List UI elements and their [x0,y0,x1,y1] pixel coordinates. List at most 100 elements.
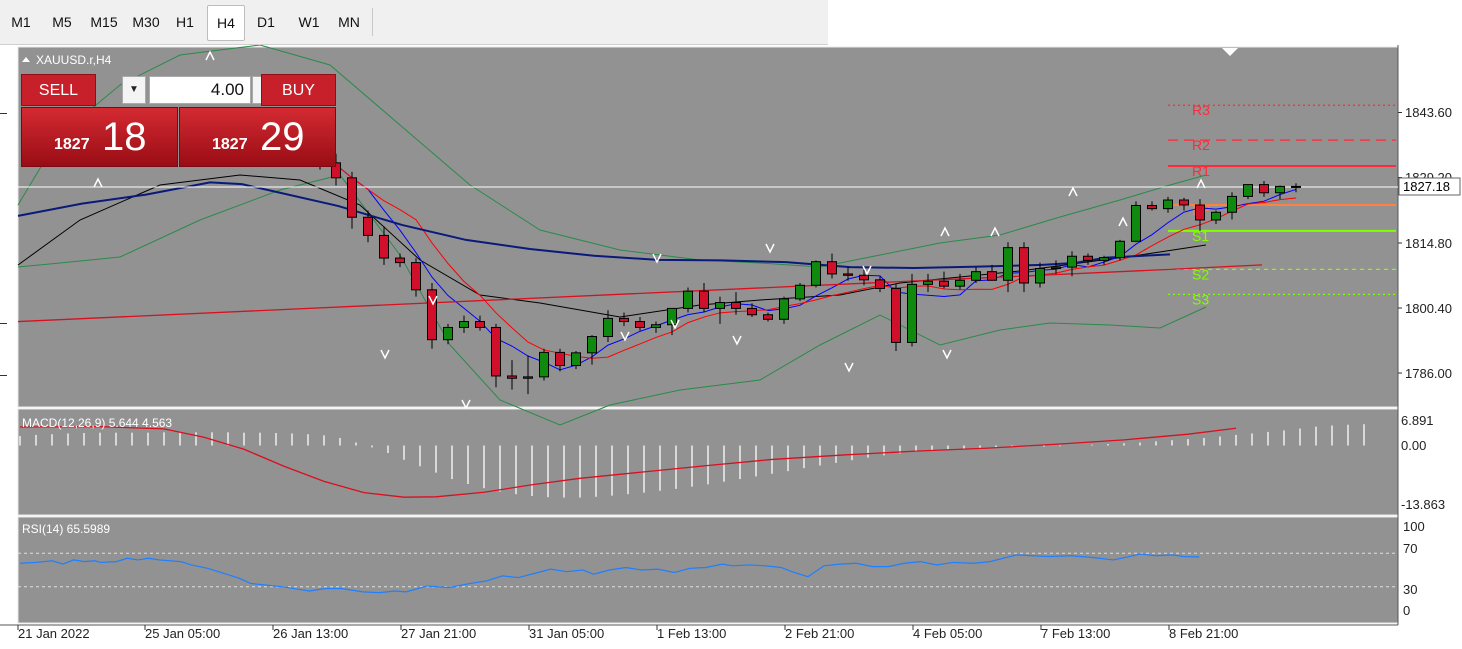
candle[interactable] [491,326,501,377]
candle[interactable] [939,280,949,287]
candle[interactable] [571,352,581,367]
timeframe-d1[interactable]: D1 [248,5,284,39]
macd-tick-zero: 0.00 [1401,438,1426,453]
candle[interactable] [1179,199,1189,206]
candle[interactable] [1259,184,1269,194]
candle[interactable] [1115,240,1125,259]
symbol-header: XAUUSD.r,H4 [22,53,112,67]
candle[interactable] [411,262,421,291]
candle[interactable] [779,298,789,320]
timeframe-mn[interactable]: MN [332,5,366,39]
candle[interactable] [379,234,389,259]
candle[interactable] [1163,199,1173,210]
lot-decrease-button[interactable]: ▼ [122,76,146,104]
candle[interactable] [747,307,757,316]
candle[interactable] [699,290,709,309]
pivot-label-s3: S3 [1192,291,1209,307]
candle[interactable] [1131,204,1141,242]
candle[interactable] [955,279,965,287]
candle[interactable] [827,261,837,275]
candle[interactable] [859,274,869,281]
candle[interactable] [459,321,469,328]
candle[interactable] [683,290,693,309]
sell-button[interactable]: SELL [21,74,96,106]
candle[interactable] [1243,184,1253,197]
timeframe-h4[interactable]: H4 [207,5,245,41]
price-tick-1: 1843.60 [1405,105,1452,120]
rsi-tick-100: 100 [1403,519,1425,534]
candle[interactable] [1067,255,1077,268]
candle[interactable] [987,271,997,281]
price-tick-5: 1786.00 [1405,366,1452,381]
timeframe-m30[interactable]: M30 [126,5,166,39]
candle[interactable] [635,321,645,328]
candle[interactable] [795,284,805,300]
time-tick-5: 31 Jan 05:00 [529,626,604,641]
candle[interactable] [507,375,517,379]
candle[interactable] [363,216,373,236]
sell-price-box[interactable]: 1827 18 [21,107,178,167]
lot-size-input[interactable]: 4.00 [149,76,251,104]
candle[interactable] [715,302,725,309]
time-tick-9: 7 Feb 13:00 [1041,626,1110,641]
one-click-trading-panel: SELL ▼ 4.00 ▲ BUY 1827 18 1827 29 [21,74,336,167]
candle[interactable] [587,336,597,354]
timeframe-m5[interactable]: M5 [44,5,80,39]
rsi-label: RSI(14) 65.5989 [22,522,110,536]
timeframe-m15[interactable]: M15 [84,5,124,39]
candle[interactable] [907,283,917,343]
left-scale-mark [0,375,7,376]
candle[interactable] [811,261,821,286]
left-scale-mark [0,323,7,324]
candle[interactable] [1019,247,1029,284]
candle[interactable] [539,351,549,378]
time-tick-3: 26 Jan 13:00 [273,626,348,641]
candle[interactable] [923,280,933,285]
timeframe-m1[interactable]: M1 [4,5,38,39]
candle[interactable] [619,317,629,323]
candle[interactable] [875,279,885,289]
candle[interactable] [1275,185,1285,194]
candle[interactable] [1227,195,1237,213]
candle[interactable] [971,271,981,281]
timeframe-toolbar: M1 M5 M15 M30 H1 H4 D1 W1 MN [0,0,828,45]
rsi-pane[interactable] [17,516,1399,624]
candle[interactable] [1099,257,1109,261]
candle[interactable] [555,351,565,367]
candle[interactable] [603,317,613,338]
candle[interactable] [523,376,533,379]
macd-tick-min: -13.863 [1401,497,1445,512]
candle[interactable] [1051,266,1061,269]
buy-price-box[interactable]: 1827 29 [179,107,336,167]
candle[interactable] [891,287,901,343]
candle[interactable] [1003,247,1013,281]
candle[interactable] [1195,204,1205,221]
candle[interactable] [347,177,357,218]
candle[interactable] [1291,185,1301,188]
candle[interactable] [1147,204,1157,210]
candle[interactable] [1083,255,1093,261]
pivot-label-r3: R3 [1192,102,1210,118]
time-tick-2: 25 Jan 05:00 [145,626,220,641]
buy-price-pips: 29 [260,115,305,159]
candle[interactable] [651,324,661,328]
rsi-tick-30: 30 [1403,582,1417,597]
candle[interactable] [731,302,741,309]
candle[interactable] [395,257,405,264]
pivot-label-r2: R2 [1192,137,1210,153]
macd-tick-max: 6.891 [1401,413,1434,428]
time-tick-6: 1 Feb 13:00 [657,626,726,641]
left-scale-mark [0,113,7,114]
candle[interactable] [1035,267,1045,284]
timeframe-h1[interactable]: H1 [168,5,202,39]
macd-label: MACD(12,26,9) 5.644 4.563 [22,416,172,430]
timeframe-w1[interactable]: W1 [290,5,328,39]
buy-price-prefix: 1827 [212,136,248,153]
current-price-label: 1827.18 [1403,179,1450,194]
candle[interactable] [843,273,853,276]
buy-button[interactable]: BUY [261,74,336,106]
candle[interactable] [475,321,485,328]
candle[interactable] [443,326,453,341]
candle[interactable] [763,314,773,320]
candle[interactable] [1211,211,1221,221]
